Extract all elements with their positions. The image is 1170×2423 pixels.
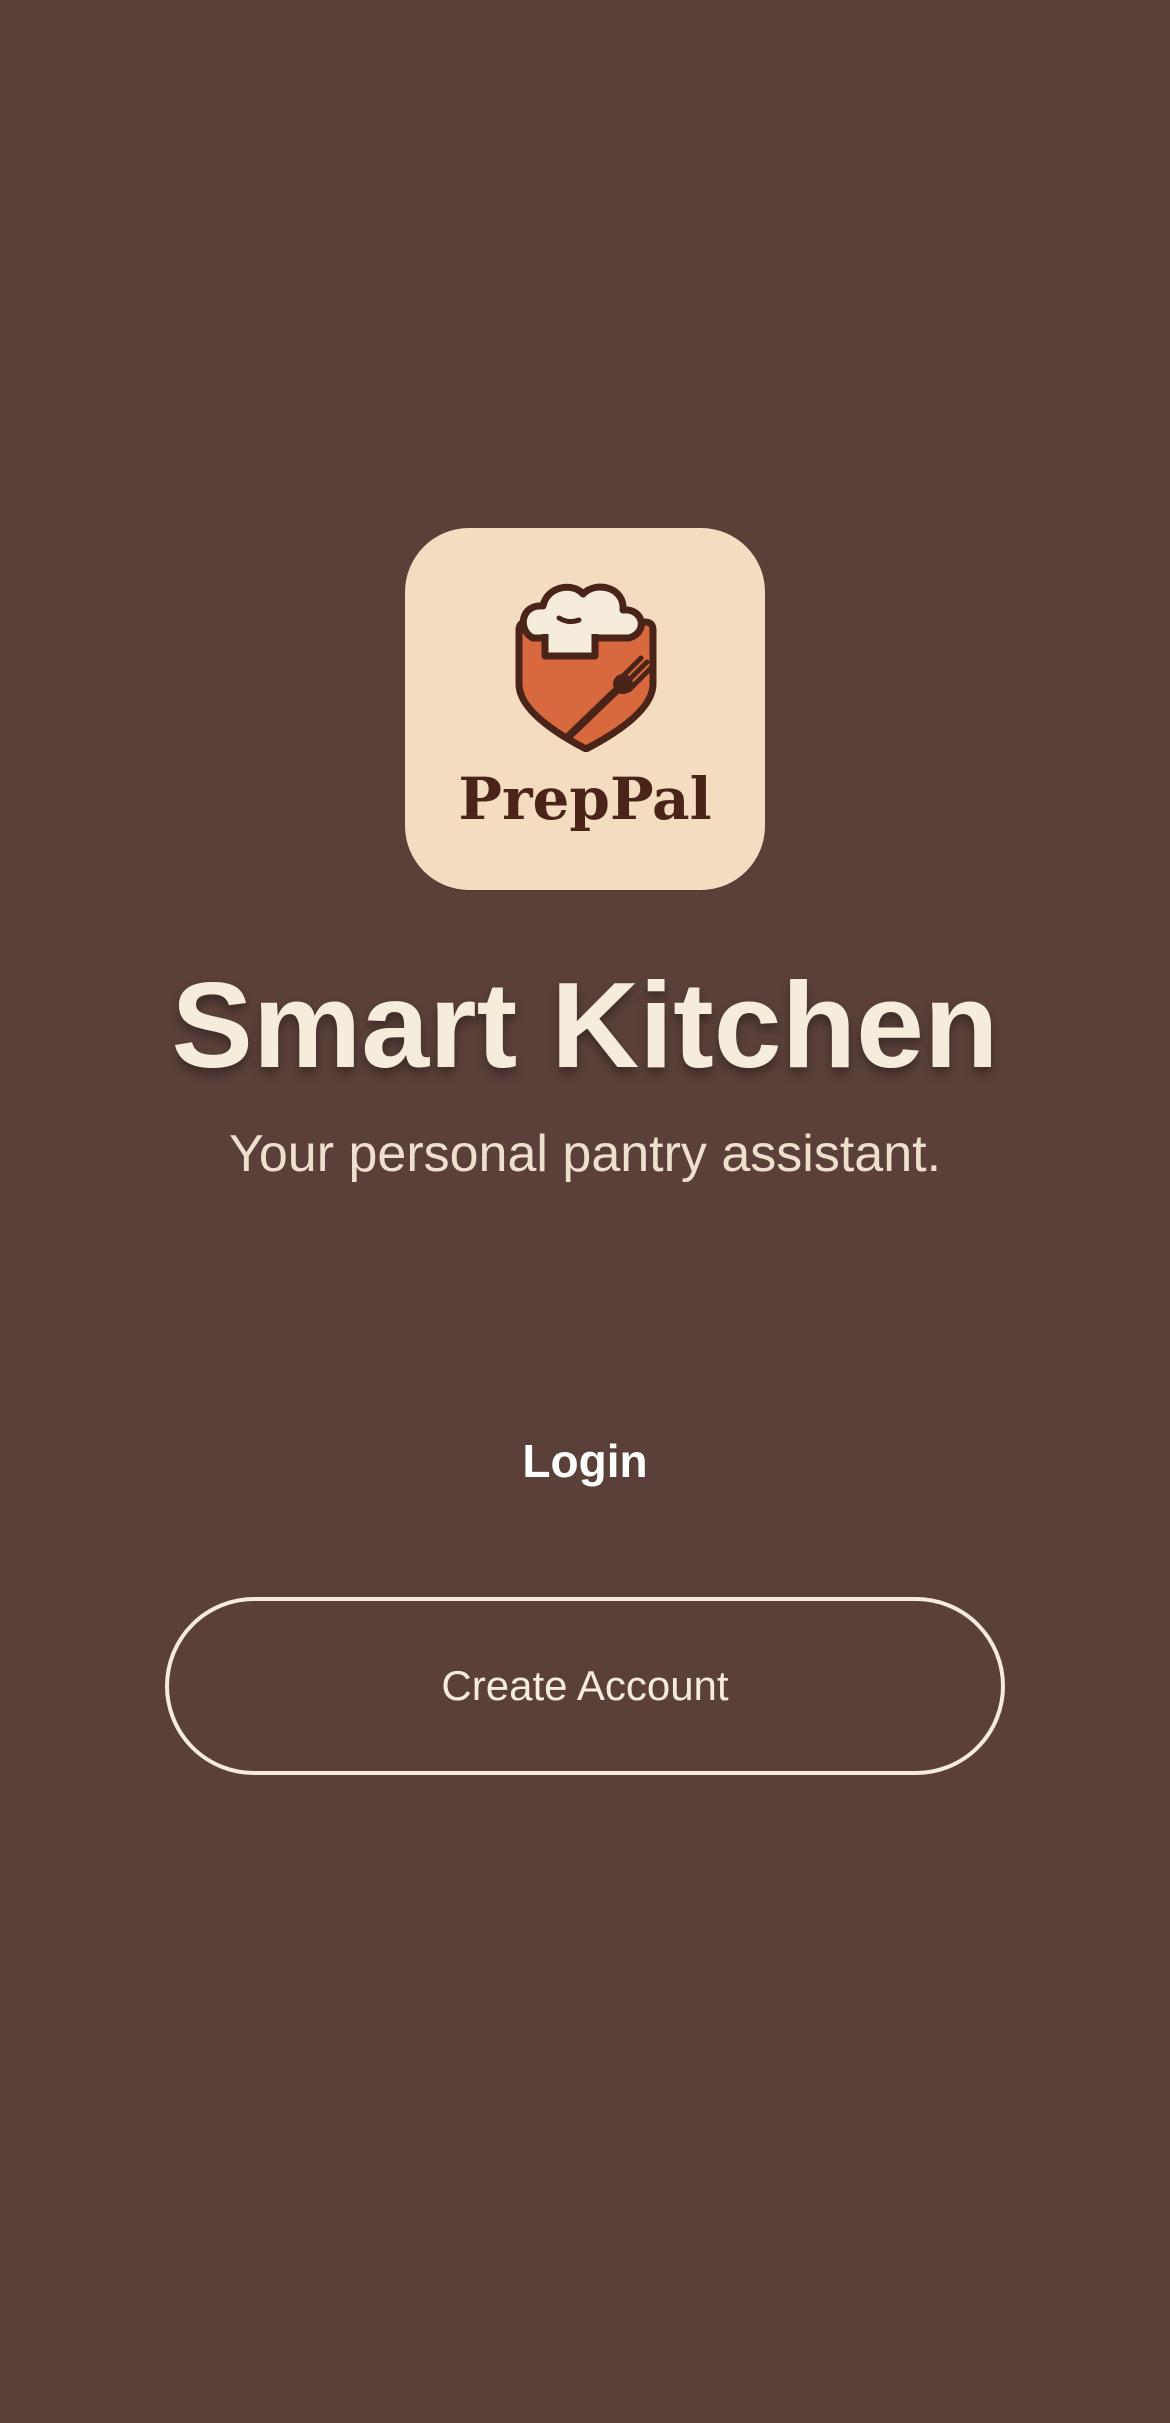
chef-hat-shield-fork-icon — [515, 583, 657, 752]
login-button[interactable]: Login — [435, 1428, 735, 1494]
welcome-title: Smart Kitchen — [171, 957, 999, 1093]
welcome-subtitle: Your personal pantry assistant. — [228, 1125, 942, 1183]
app-logo: PrepPal — [405, 528, 765, 890]
app-name-wordmark: PrepPal — [458, 765, 712, 833]
create-account-button[interactable]: Create Account — [165, 1597, 1005, 1775]
welcome-screen: PrepPal Smart Kitchen Your personal pant… — [0, 0, 1170, 2423]
